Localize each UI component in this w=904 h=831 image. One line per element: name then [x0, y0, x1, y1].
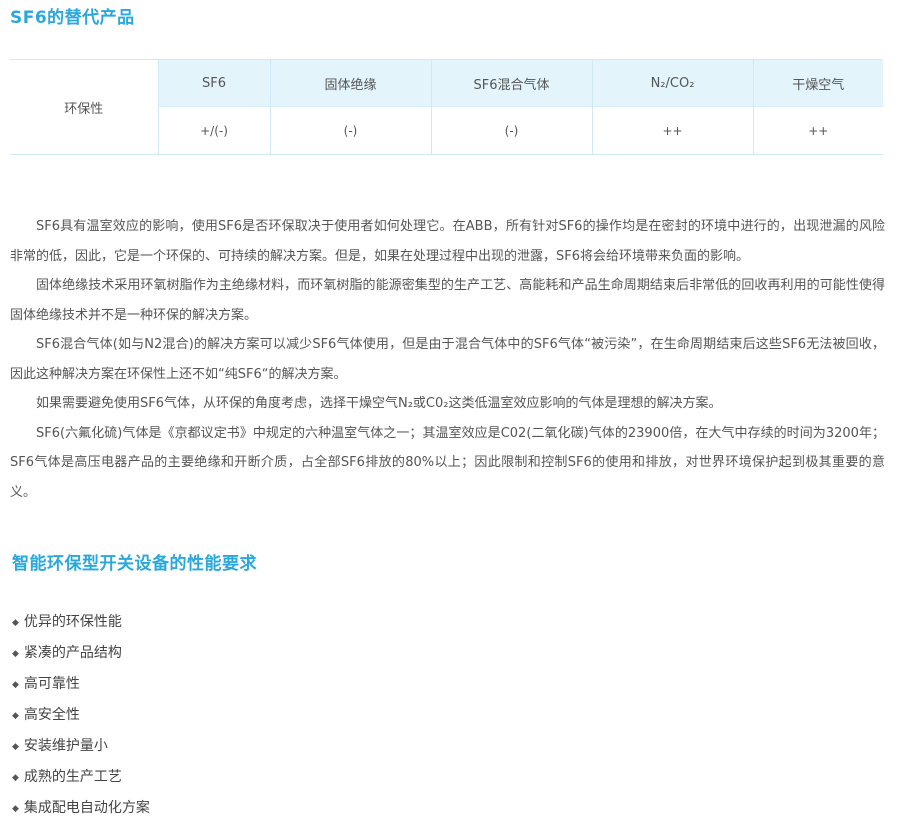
list-item: ◆ 成熟的生产工艺: [12, 762, 150, 793]
column-header-n2-co2: N₂/CO₂: [591, 59, 753, 107]
list-item-label: 成熟的生产工艺: [23, 769, 122, 785]
list-item-label: 优异的环保性能: [23, 614, 122, 630]
paragraph: SF6混合气体(如与N2混合)的解决方案可以减少SF6气体使用，但是由于混合气体…: [10, 337, 885, 382]
column-header-sf6: SF6: [157, 59, 270, 107]
comparison-table: 环保性 SF6 固体绝缘 SF6混合气体 N₂/CO₂ 干燥空气 +/(-) (…: [10, 59, 883, 155]
list-item: ◆ 安装维护量小: [12, 731, 150, 762]
column-header-sf6-mixture: SF6混合气体: [430, 59, 592, 107]
diamond-bullet-icon: ◆: [12, 649, 19, 659]
list-item: ◆ 集成配电自动化方案: [12, 793, 150, 824]
body-text: SF6具有温室效应的影响，使用SF6是否环保取决于使用者如何处理它。在ABB，所…: [10, 212, 885, 507]
cell-dry-air-value: ++: [752, 106, 883, 155]
list-item: ◆ 高可靠性: [12, 669, 150, 700]
cell-sf6-mixture-value: (-): [430, 106, 592, 155]
paragraph: SF6具有温室效应的影响，使用SF6是否环保取决于使用者如何处理它。在ABB，所…: [10, 219, 885, 264]
column-header-solid-insulation: 固体绝缘: [269, 59, 431, 107]
column-header-dry-air: 干燥空气: [752, 59, 883, 107]
row-label-environmental: 环保性: [64, 101, 104, 117]
paragraph: 如果需要避免使用SF6气体，从环保的角度考虑，选择干燥空气N₂或C0₂这类低温室…: [36, 396, 722, 411]
list-item: ◆ 高安全性: [12, 700, 150, 731]
diamond-bullet-icon: ◆: [12, 680, 19, 690]
diamond-bullet-icon: ◆: [12, 804, 19, 814]
list-item: ◆ 优异的环保性能: [12, 607, 150, 638]
list-item-label: 紧凑的产品结构: [23, 645, 122, 661]
section-title-sf6-alternatives: SF6的替代产品: [10, 8, 135, 28]
cell-solid-insulation-value: (-): [269, 106, 431, 155]
list-item-label: 高可靠性: [23, 676, 80, 692]
requirements-list: ◆ 优异的环保性能 ◆ 紧凑的产品结构 ◆ 高可靠性 ◆ 高安全性 ◆ 安装维护量小 ◆ 成…: [12, 607, 150, 824]
table-header-row: 环保性 SF6 固体绝缘 SF6混合气体 N₂/CO₂ 干燥空气: [10, 59, 883, 117]
cell-n2-co2-value: ++: [591, 106, 753, 155]
diamond-bullet-icon: ◆: [12, 773, 19, 783]
paragraph: 固体绝缘技术采用环氧树脂作为主绝缘材料，而环氧树脂的能源密集型的生产工艺、高能耗…: [10, 278, 885, 323]
list-item-label: 集成配电自动化方案: [23, 800, 150, 816]
diamond-bullet-icon: ◆: [12, 711, 19, 721]
section-title-requirements: 智能环保型开关设备的性能要求: [12, 554, 257, 574]
list-item: ◆ 紧凑的产品结构: [12, 638, 150, 669]
paragraph: SF6(六氟化硫)气体是《京都议定书》中规定的六种温室气体之一；其温室效应是C0…: [10, 425, 885, 500]
list-item-label: 高安全性: [23, 707, 80, 723]
cell-sf6-value: +/(-): [157, 106, 270, 155]
list-item-label: 安装维护量小: [23, 738, 108, 754]
diamond-bullet-icon: ◆: [12, 742, 19, 752]
diamond-bullet-icon: ◆: [12, 618, 19, 628]
